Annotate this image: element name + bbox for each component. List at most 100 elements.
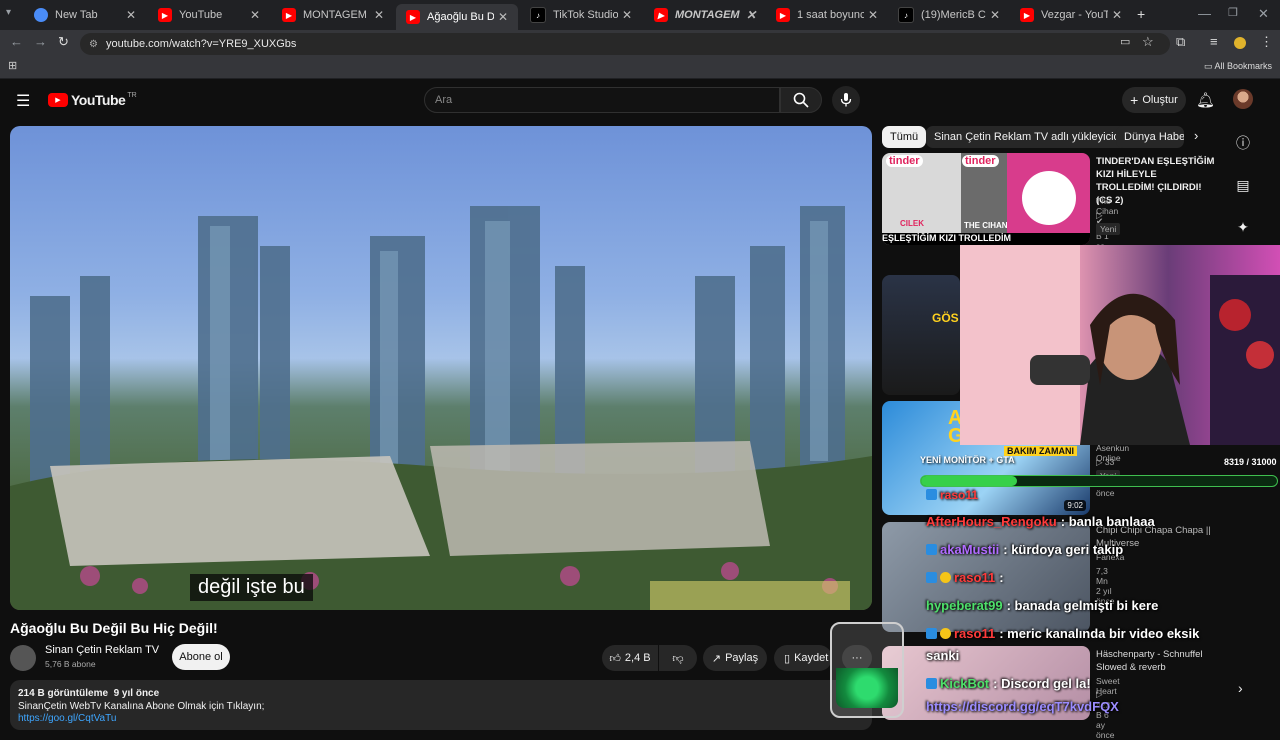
chat-link: https://discord.gg/eqT7kvdFQX — [926, 699, 1119, 714]
recommendation-stats: ▷ 422 B 6 ay önce — [1096, 689, 1115, 740]
description-box[interactable]: 214 B görüntüleme 9 yıl önce SinanÇetin … — [10, 680, 872, 730]
share-arrow-icon: ↗ — [711, 652, 722, 665]
folder-icon: ▭ — [1204, 61, 1213, 71]
stream-goal-progress-bar — [920, 475, 1278, 487]
dislike-button[interactable]: 👎︎ — [659, 645, 697, 671]
close-tab-icon[interactable]: ✕ — [122, 8, 140, 22]
chevron-right-icon[interactable]: › — [1194, 128, 1198, 143]
channel-name[interactable]: Sinan Çetin Reklam TV — [45, 644, 159, 656]
close-tab-icon[interactable]: ✕ — [864, 8, 882, 22]
url-text: youtube.com/watch?v=YRE9_XUXGbs — [105, 38, 297, 50]
close-tab-icon[interactable]: ✕ — [370, 8, 388, 22]
thumbs-down-icon: 👎︎ — [672, 652, 684, 665]
microphone-icon — [840, 93, 852, 107]
minimize-icon[interactable]: — — [1198, 6, 1211, 21]
youtube-play-icon: ▶ — [48, 93, 68, 107]
chip-world-news[interactable]: Dünya Haber — [1116, 126, 1184, 148]
description-text: SinanÇetin WebTv Kanalına Abone Olmak iç… — [18, 701, 265, 712]
description-link[interactable]: https://goo.gl/CqtVaTu — [18, 713, 116, 724]
tab-vezgar[interactable]: ▶ Vezgar - YouTube ✕ — [1010, 4, 1132, 26]
reload-icon[interactable]: ↻ — [58, 34, 69, 50]
youtube-icon: ▶ — [406, 10, 420, 24]
search-input[interactable]: Ara — [424, 87, 780, 113]
info-icon[interactable]: ⓘ — [1234, 134, 1252, 152]
apps-grid-icon[interactable]: ⊞ — [8, 59, 17, 72]
chat-badge-icon — [926, 544, 937, 555]
chat-username: KickBot — [940, 676, 990, 691]
close-tab-icon[interactable]: ✕ — [494, 10, 512, 24]
create-button[interactable]: + Oluştur — [1122, 87, 1186, 113]
view-count: 214 B görüntüleme — [18, 688, 109, 699]
tab-title: 1 saat boyunca Allah — [797, 9, 864, 21]
thumb-text: GÖS — [932, 311, 959, 325]
notifications-bell-icon[interactable]: 🔔︎ — [1196, 91, 1215, 109]
youtube-icon: ▶ — [282, 8, 296, 22]
chrome-menu-icon[interactable]: ⋮ — [1260, 34, 1273, 50]
voice-search-button[interactable] — [832, 86, 860, 114]
account-avatar[interactable] — [1233, 89, 1253, 109]
chip-uploader[interactable]: Sinan Çetin Reklam TV adlı yükleyiciden — [926, 126, 1140, 148]
new-tab-button[interactable]: + — [1137, 6, 1145, 22]
view-stats: 214 B görüntüleme 9 yıl önce — [18, 688, 159, 699]
tab-youtube[interactable]: ▶ YouTube ✕ — [148, 4, 270, 26]
subscribe-button[interactable]: Abone ol — [172, 644, 230, 670]
tab-montagem-super[interactable]: ▶ MONTAGEM SUPER ✕ — [644, 4, 766, 26]
chrome-icon — [34, 8, 48, 22]
search-button[interactable] — [780, 87, 822, 113]
hamburger-menu-icon[interactable]: ☰ — [16, 91, 30, 111]
gems-image — [836, 668, 898, 708]
chat-badge-icon — [926, 628, 937, 639]
mask-face-image — [1022, 171, 1076, 225]
maximize-icon[interactable]: ❐ — [1228, 6, 1238, 19]
streamer-image — [960, 245, 1280, 445]
tab-mericb-clips[interactable]: ♪ (19)MericB Clips (@m ✕ — [888, 4, 1010, 26]
tab-1-saat[interactable]: ▶ 1 saat boyunca Allah ✕ — [766, 4, 888, 26]
thumb-banner: EŞLEŞTİĞİM KIZI TROLLEDİM — [882, 233, 1090, 245]
close-tab-icon[interactable]: ✕ — [1108, 8, 1126, 22]
region-code: TR — [127, 91, 137, 99]
recommendation-item[interactable]: tinder tinder CILEK THE CIHAN EŞLEŞTİĞİM… — [882, 153, 1214, 261]
close-tab-icon[interactable]: ✕ — [986, 8, 1004, 22]
search-icon — [793, 92, 809, 108]
close-window-icon[interactable]: ✕ — [1258, 6, 1269, 22]
channel-avatar[interactable] — [10, 645, 36, 671]
tab-active-agaoglu[interactable]: ▶ Ağaoğlu Bu Değil Bu ✕ — [396, 4, 518, 30]
close-tab-icon[interactable]: ✕ — [246, 8, 264, 22]
chat-badge-icon — [926, 678, 937, 689]
chat-message: KickBot: Discord gel la! — [926, 676, 1280, 691]
youtube-header: ☰ ▶ YouTube TR Ara + Oluştur 🔔︎ — [0, 80, 1280, 120]
sparkle-icon[interactable]: ✦ — [1234, 218, 1252, 236]
subscriber-count: 5,76 B abone — [45, 659, 96, 669]
cast-icon[interactable]: ▭ — [1120, 35, 1130, 48]
close-tab-icon[interactable]: ✕ — [618, 8, 636, 22]
url-bar[interactable]: ⚙ youtube.com/watch?v=YRE9_XUXGbs — [80, 33, 1170, 55]
tiktok-icon: ♪ — [898, 7, 914, 23]
site-info-icon[interactable]: ⚙ — [89, 39, 98, 50]
chat-icon[interactable]: ▤ — [1234, 176, 1252, 194]
extensions-icon[interactable]: ⧉ — [1176, 34, 1185, 50]
chat-message: akaMustii: kürdoya geri takip — [926, 542, 1280, 557]
tab-montagem-eclipse[interactable]: ▶ MONTAGEM ECLIPSE ✕ — [272, 4, 394, 26]
close-tab-icon[interactable]: ✕ — [742, 8, 760, 22]
bookmark-star-icon[interactable]: ☆ — [1142, 34, 1154, 50]
video-player[interactable] — [10, 126, 872, 610]
share-button[interactable]: ↗ Paylaş — [703, 645, 767, 671]
chat-message: raso11: — [926, 570, 1280, 585]
all-bookmarks-link[interactable]: ▭ All Bookmarks — [1204, 61, 1272, 72]
chat-message: raso11 — [926, 488, 1280, 502]
chat-username: raso11 — [954, 626, 996, 641]
chat-text: sanki — [926, 648, 960, 663]
like-button[interactable]: 👍︎ 2,4 B — [602, 645, 658, 671]
back-icon[interactable]: ← — [10, 34, 23, 49]
tab-tiktok-studio[interactable]: ♪ TikTok Studio ✕ — [520, 4, 642, 26]
tab-new-tab[interactable]: New Tab ✕ — [24, 4, 146, 26]
forward-icon[interactable]: → — [34, 34, 47, 49]
reading-list-icon[interactable]: ≡ — [1210, 34, 1218, 49]
youtube-logo[interactable]: ▶ YouTube TR — [48, 92, 137, 108]
chat-text: : kürdoya geri takip — [1003, 542, 1124, 557]
tab-search-icon[interactable]: ▾ — [6, 7, 11, 18]
chip-all[interactable]: Tümü — [882, 126, 927, 148]
save-button[interactable]: ▯ Kaydet — [774, 645, 832, 671]
profile-avatar-icon[interactable] — [1234, 37, 1246, 49]
tinder-logo: tinder — [962, 155, 999, 167]
